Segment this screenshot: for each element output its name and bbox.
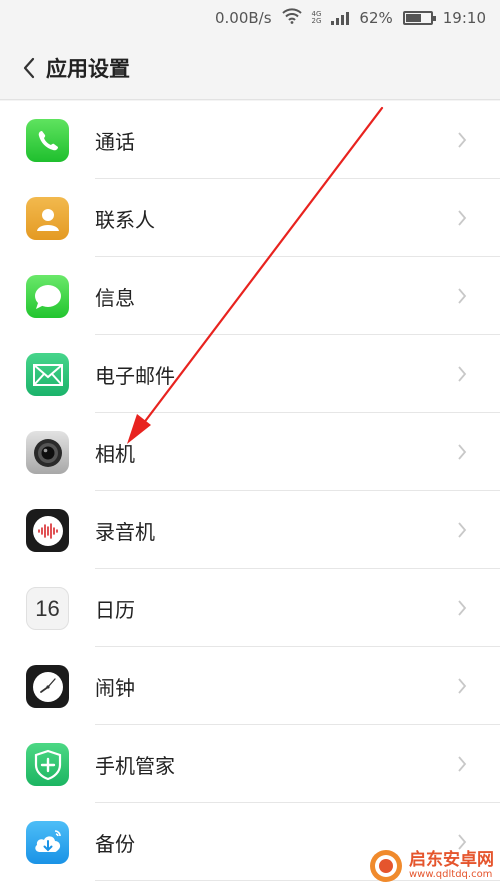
chevron-right-icon	[458, 678, 467, 694]
security-icon	[26, 743, 69, 786]
chevron-right-icon	[458, 132, 467, 148]
network-speed: 0.00B/s	[214, 9, 272, 27]
settings-item-label: 信息	[95, 285, 135, 310]
settings-item-messages[interactable]: 信息	[0, 257, 500, 335]
page-title: 应用设置	[46, 56, 130, 81]
chevron-right-icon	[458, 522, 467, 538]
calendar-day: 16	[35, 595, 60, 621]
app-header: 应用设置	[0, 36, 500, 100]
watermark-name: 启东安卓网	[409, 849, 494, 870]
settings-item-alarm[interactable]: 闹钟	[0, 647, 500, 725]
chevron-right-icon	[458, 444, 467, 460]
mail-icon	[26, 353, 69, 396]
phone-icon	[26, 119, 69, 162]
backup-icon	[26, 821, 69, 864]
settings-item-label: 相机	[95, 441, 135, 466]
clock-icon	[26, 665, 69, 708]
battery-percent: 62%	[359, 9, 393, 27]
watermark-url: www.qdltdq.com	[409, 868, 493, 880]
chevron-right-icon	[458, 600, 467, 616]
settings-item-label: 通话	[95, 129, 135, 154]
message-icon	[26, 275, 69, 318]
settings-item-label: 电子邮件	[95, 363, 175, 388]
settings-item-recorder[interactable]: 录音机	[0, 491, 500, 569]
contacts-icon	[26, 197, 69, 240]
settings-item-security[interactable]: 手机管家	[0, 725, 500, 803]
site-watermark: 启东安卓网 www.qdltdq.com	[369, 849, 494, 883]
network-type: 4G 2G	[311, 10, 322, 25]
chevron-right-icon	[458, 210, 467, 226]
settings-item-label: 闹钟	[95, 675, 135, 700]
battery-icon	[402, 11, 436, 25]
wifi-icon	[281, 8, 302, 28]
recorder-icon	[26, 509, 69, 552]
settings-item-label: 联系人	[95, 207, 155, 232]
signal-icon	[331, 11, 350, 25]
chevron-right-icon	[458, 756, 467, 772]
settings-item-contacts[interactable]: 联系人	[0, 179, 500, 257]
settings-item-label: 手机管家	[95, 753, 175, 778]
camera-icon	[26, 431, 69, 474]
settings-item-label: 备份	[95, 831, 135, 856]
clock-time: 19:10	[442, 9, 486, 27]
chevron-right-icon	[458, 288, 467, 304]
settings-item-email[interactable]: 电子邮件	[0, 335, 500, 413]
watermark-logo-icon	[370, 850, 402, 882]
settings-item-camera[interactable]: 相机	[0, 413, 500, 491]
settings-item-calendar[interactable]: 16 日历	[0, 569, 500, 647]
calendar-icon: 16	[26, 587, 69, 630]
back-arrow-icon[interactable]	[18, 57, 40, 79]
settings-item-phone[interactable]: 通话	[0, 101, 500, 179]
status-bar: 0.00B/s 4G 2G 62% 19:10	[0, 0, 500, 36]
settings-item-label: 录音机	[95, 519, 155, 544]
settings-list: 通话 联系人 信息 电子邮件 相机 录音机 16 日历 闹钟 手机管家 备份	[0, 101, 500, 889]
chevron-right-icon	[458, 366, 467, 382]
settings-item-label: 日历	[95, 597, 135, 622]
